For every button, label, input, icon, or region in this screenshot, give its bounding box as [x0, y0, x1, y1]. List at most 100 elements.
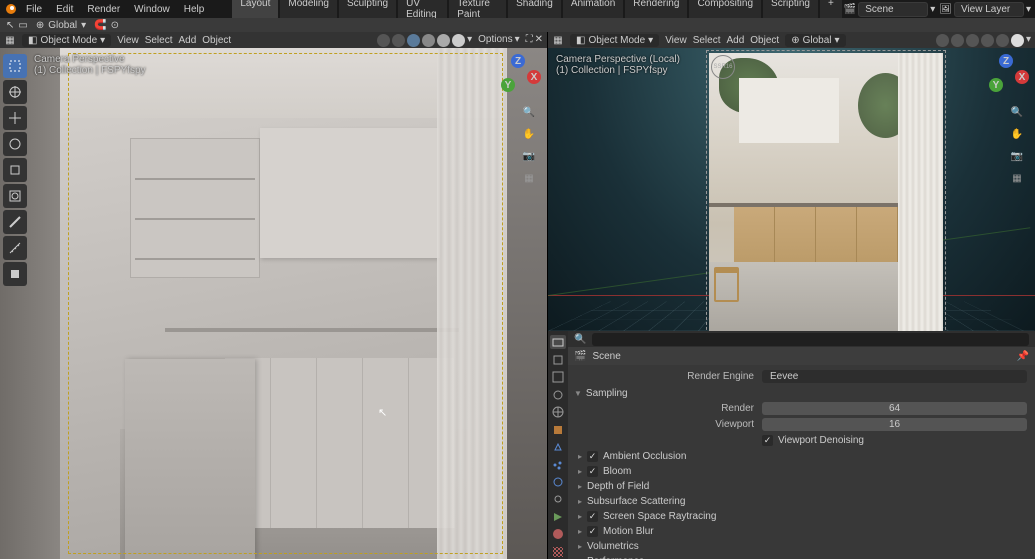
overlay-toggle-icon[interactable]	[377, 34, 390, 47]
camera-view-icon[interactable]: 📷	[521, 148, 537, 164]
menu-render[interactable]: Render	[81, 2, 126, 17]
prop-tab-render[interactable]	[550, 335, 566, 349]
prop-tab-output[interactable]	[550, 352, 566, 366]
scene-browse-icon[interactable]: ▾	[930, 4, 935, 15]
render-samples-field[interactable]: 64	[762, 402, 1027, 415]
zoom-icon[interactable]: 🔍	[521, 104, 537, 120]
gizmo-y-axis[interactable]: Y	[501, 78, 515, 92]
gizmo-z-axis[interactable]: Z	[511, 54, 525, 68]
viewlayer-name-input[interactable]	[954, 2, 1024, 17]
properties-search-input[interactable]	[592, 333, 1029, 346]
viewport-denoising-checkbox[interactable]	[762, 435, 773, 446]
menu-select-right[interactable]: Select	[693, 35, 721, 46]
section-depth-of-field[interactable]: ▸Depth of Field	[578, 479, 1027, 493]
sampling-section-header[interactable]: ▼ Sampling	[572, 385, 1027, 401]
menu-select-left[interactable]: Select	[145, 35, 173, 46]
menu-view-left[interactable]: View	[117, 35, 139, 46]
render-engine-dropdown[interactable]: Eevee	[762, 370, 1027, 383]
camera-view-icon-r[interactable]: 📷	[1009, 148, 1025, 164]
prop-tab-constraints[interactable]	[550, 492, 566, 506]
snap-icon[interactable]: 🧲	[94, 20, 106, 31]
shading-material-icon[interactable]	[437, 34, 450, 47]
section-volumetrics[interactable]: ▸Volumetrics	[578, 539, 1027, 553]
shading-material-r-icon[interactable]	[996, 34, 1009, 47]
mode-dropdown-right[interactable]: ◧ Object Mode ▾	[570, 34, 659, 47]
section-motion-blur[interactable]: ▸Motion Blur	[578, 524, 1027, 538]
perspective-toggle-icon-r[interactable]: ▦	[1009, 170, 1025, 186]
shading-solid-icon[interactable]	[422, 34, 435, 47]
measure-tool[interactable]	[3, 236, 27, 260]
scale-tool[interactable]	[3, 158, 27, 182]
gizmo-y-axis-r[interactable]: Y	[989, 78, 1003, 92]
shading-rendered-icon[interactable]	[452, 34, 465, 47]
menu-add-right[interactable]: Add	[726, 35, 744, 46]
gizmo-x-axis-r[interactable]: X	[1015, 70, 1029, 84]
transform-tool[interactable]	[3, 184, 27, 208]
xray-toggle-icon[interactable]	[392, 34, 405, 47]
menu-object-left[interactable]: Object	[202, 35, 231, 46]
gizmo-z-axis-r[interactable]: Z	[999, 54, 1013, 68]
menu-view-right[interactable]: View	[665, 35, 687, 46]
orientation-right[interactable]: ⊕ Global ▾	[785, 34, 845, 47]
xray-toggle-r-icon[interactable]	[951, 34, 964, 47]
maximize-icon[interactable]: ⛶	[526, 34, 533, 47]
move-tool[interactable]	[3, 106, 27, 130]
prop-tab-material[interactable]	[550, 527, 566, 541]
menu-file[interactable]: File	[20, 2, 48, 17]
section-checkbox[interactable]	[587, 451, 598, 462]
prop-tab-object[interactable]	[550, 422, 566, 436]
options-dropdown[interactable]: Options	[478, 34, 512, 47]
snap-target-icon[interactable]: ⊙	[111, 20, 119, 31]
nav-gizmo-left[interactable]: X Y Z	[495, 54, 541, 100]
section-screen-space-raytracing[interactable]: ▸Screen Space Raytracing	[578, 509, 1027, 523]
menu-edit[interactable]: Edit	[50, 2, 79, 17]
gizmo-x-axis[interactable]: X	[527, 70, 541, 84]
shading-solid-r-icon[interactable]	[981, 34, 994, 47]
right-3d-viewport[interactable]: SSR16 Camera Perspective (Local) (1) Col…	[548, 48, 1035, 331]
orientation-dropdown[interactable]: Global	[48, 20, 77, 31]
prop-tab-world[interactable]	[550, 405, 566, 419]
viewport-samples-field[interactable]: 16	[762, 418, 1027, 431]
editor-type-icon-right[interactable]: ▦	[552, 34, 564, 46]
shading-options-icon[interactable]: ▾	[467, 34, 472, 47]
editor-type-icon[interactable]: ▦	[4, 34, 16, 46]
prop-tab-viewlayer[interactable]	[550, 370, 566, 384]
menu-help[interactable]: Help	[178, 2, 211, 17]
prop-tab-particles[interactable]	[550, 457, 566, 471]
annotate-tool[interactable]	[3, 210, 27, 234]
nav-gizmo-right[interactable]: X Y Z	[983, 54, 1029, 100]
close-area-icon[interactable]: ✕	[535, 34, 543, 47]
scene-selector[interactable]: 🎬 ▾	[844, 2, 935, 17]
menu-window[interactable]: Window	[128, 2, 176, 17]
viewlayer-browse-icon[interactable]: ▾	[1026, 4, 1031, 15]
section-subsurface-scattering[interactable]: ▸Subsurface Scattering	[578, 494, 1027, 508]
add-cube-tool[interactable]	[3, 262, 27, 286]
section-checkbox[interactable]	[587, 466, 598, 477]
section-performance[interactable]: ▸Performance	[578, 554, 1027, 559]
overlay-toggle-r-icon[interactable]	[936, 34, 949, 47]
prop-tab-scene[interactable]	[550, 387, 566, 401]
scene-name-input[interactable]	[858, 2, 928, 17]
prop-tab-modifiers[interactable]	[550, 440, 566, 454]
prop-tab-physics[interactable]	[550, 475, 566, 489]
select-box-tool[interactable]	[3, 54, 27, 78]
shading-wireframe-icon[interactable]	[407, 34, 420, 47]
shading-wireframe-r-icon[interactable]	[966, 34, 979, 47]
rotate-tool[interactable]	[3, 132, 27, 156]
cursor-tool[interactable]	[3, 80, 27, 104]
prop-tab-texture[interactable]	[550, 545, 566, 559]
shading-rendered-r-icon[interactable]	[1011, 34, 1024, 47]
mode-dropdown-left[interactable]: ◧ Object Mode ▾	[22, 34, 111, 47]
section-bloom[interactable]: ▸Bloom	[578, 464, 1027, 478]
shading-options-r-icon[interactable]: ▾	[1026, 34, 1031, 47]
menu-object-right[interactable]: Object	[750, 35, 779, 46]
prop-tab-data[interactable]	[550, 510, 566, 524]
pan-icon[interactable]: ✋	[521, 126, 537, 142]
perspective-toggle-icon[interactable]: ▦	[521, 170, 537, 186]
viewlayer-selector[interactable]: 🖼 ▾	[939, 2, 1031, 17]
left-3d-viewport[interactable]: Camera Perspective (1) Collection | FSPY…	[0, 48, 547, 559]
menu-add-left[interactable]: Add	[178, 35, 196, 46]
pan-icon-r[interactable]: ✋	[1009, 126, 1025, 142]
section-ambient-occlusion[interactable]: ▸Ambient Occlusion	[578, 449, 1027, 463]
zoom-icon-r[interactable]: 🔍	[1009, 104, 1025, 120]
